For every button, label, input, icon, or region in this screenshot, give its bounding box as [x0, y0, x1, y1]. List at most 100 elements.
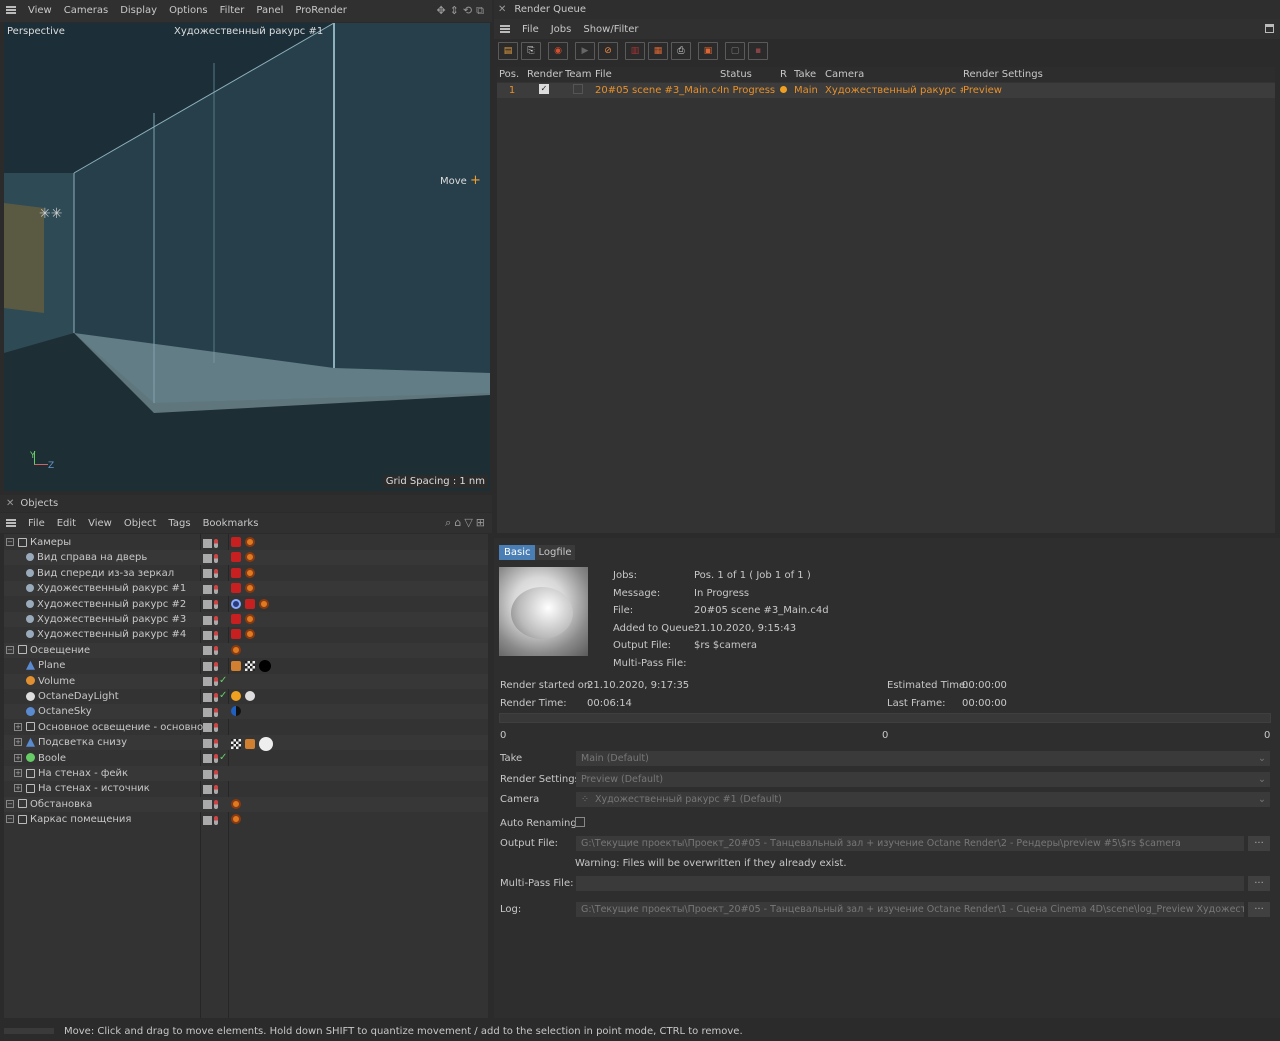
checker-tag-icon[interactable]: [231, 739, 241, 750]
expand-toggle-icon[interactable]: +: [14, 769, 22, 777]
check-icon[interactable]: ✓: [219, 690, 227, 701]
layer-icon[interactable]: [203, 553, 212, 563]
column-header[interactable]: Render Settings: [963, 69, 1083, 80]
visibility-icon[interactable]: [214, 800, 218, 810]
no-orange-tag-icon[interactable]: [245, 537, 255, 547]
expand-toggle-icon[interactable]: [14, 569, 22, 577]
add-file-icon[interactable]: ⎘: [521, 42, 541, 60]
multipass-browse-button[interactable]: ...: [1248, 876, 1270, 891]
cam-red-tag-icon[interactable]: [245, 598, 255, 609]
column-header[interactable]: Status: [720, 69, 780, 80]
menu-icon[interactable]: [6, 6, 16, 14]
stop-render-icon[interactable]: ⊘: [598, 42, 618, 60]
close-icon[interactable]: ✕: [498, 4, 506, 15]
team-checkbox[interactable]: [565, 84, 595, 97]
tree-row[interactable]: Художественный ракурс #4: [4, 627, 488, 642]
tree-row[interactable]: Вид спереди из-за зеркал: [4, 566, 488, 581]
objects-menu-view[interactable]: View: [88, 518, 112, 529]
tree-row[interactable]: OctaneDayLight ✓: [4, 689, 488, 704]
multipass-field[interactable]: [576, 876, 1244, 891]
visibility-icon[interactable]: [214, 723, 218, 733]
open-file-icon[interactable]: ▤: [498, 42, 518, 60]
record-icon[interactable]: ▪: [748, 42, 768, 60]
no-orange-tag-icon[interactable]: [259, 598, 269, 609]
perspective-viewport[interactable]: ✳✳ Perspective Художественный ракурс #1 …: [4, 23, 490, 491]
tree-row[interactable]: Художественный ракурс #2: [4, 597, 488, 612]
visibility-icon[interactable]: [214, 692, 218, 702]
layer-icon[interactable]: [203, 738, 212, 748]
visibility-icon[interactable]: [214, 630, 218, 640]
objects-menu-file[interactable]: File: [28, 518, 45, 529]
monitor-icon[interactable]: ▢: [725, 42, 745, 60]
visibility-icon[interactable]: [214, 661, 218, 671]
tree-row[interactable]: Художественный ракурс #1: [4, 581, 488, 597]
objects-menu-bookmarks[interactable]: Bookmarks: [203, 518, 259, 529]
visibility-icon[interactable]: [214, 538, 218, 548]
expand-toggle-icon[interactable]: [14, 661, 22, 669]
no-orange-tag-icon[interactable]: [231, 644, 241, 655]
tree-row[interactable]: OctaneSky: [4, 704, 488, 720]
objects-tool-icons[interactable]: ⌕⌂▽⊞: [445, 516, 488, 530]
check-icon[interactable]: ✓: [219, 675, 227, 686]
picture-viewer-icon[interactable]: ▣: [698, 42, 718, 60]
log-field[interactable]: G:\Текущие проекты\Проект_20#05 - Танцев…: [576, 902, 1244, 917]
cam-red-tag-icon[interactable]: [231, 537, 241, 547]
expand-toggle-icon[interactable]: [14, 692, 22, 700]
layer-icon[interactable]: [203, 723, 212, 733]
visibility-icon[interactable]: [214, 784, 218, 794]
render-checkbox[interactable]: ✓: [527, 84, 565, 97]
checker-tag-icon[interactable]: [245, 661, 255, 672]
layer-icon[interactable]: [203, 630, 212, 640]
layer-icon[interactable]: [203, 692, 212, 702]
column-header[interactable]: Render: [527, 69, 565, 80]
viewport-menu-prorender[interactable]: ProRender: [295, 5, 346, 16]
visibility-icon[interactable]: [214, 738, 218, 748]
tree-row[interactable]: + На стенах - фейк: [4, 766, 488, 781]
expand-toggle-icon[interactable]: [14, 677, 22, 685]
column-header[interactable]: Pos.: [497, 69, 527, 80]
render-settings-icon[interactable]: ◉: [548, 42, 568, 60]
viewport-menu-options[interactable]: Options: [169, 5, 208, 16]
cam-red-tag-icon[interactable]: [231, 629, 241, 640]
layer-icon[interactable]: [203, 800, 212, 810]
tree-row[interactable]: − Обстановка: [4, 796, 488, 812]
cam-red-tag-icon[interactable]: [231, 583, 241, 594]
tree-row[interactable]: − Каркас помещения: [4, 812, 488, 827]
close-icon[interactable]: ✕: [6, 498, 14, 509]
visibility-icon[interactable]: [214, 707, 218, 717]
visibility-icon[interactable]: [214, 815, 218, 825]
column-header[interactable]: File: [595, 69, 720, 80]
layer-icon[interactable]: [203, 569, 212, 579]
layer-icon[interactable]: [203, 584, 212, 594]
menu-icon[interactable]: [6, 519, 16, 527]
layer-icon[interactable]: [203, 538, 212, 548]
expand-toggle-icon[interactable]: [14, 584, 22, 592]
dots-tag-icon[interactable]: [245, 739, 255, 750]
expand-toggle-icon[interactable]: +: [14, 753, 22, 762]
blue-tag-icon[interactable]: [231, 706, 241, 717]
layer-icon[interactable]: [203, 661, 212, 671]
rq-menu-file[interactable]: File: [522, 24, 539, 35]
visibility-icon[interactable]: [214, 553, 218, 563]
tree-row[interactable]: + На стенах - источник: [4, 781, 488, 796]
expand-toggle-icon[interactable]: +: [14, 722, 22, 731]
expand-toggle-icon[interactable]: [14, 615, 22, 623]
rq-menu-jobs[interactable]: Jobs: [551, 24, 572, 35]
tree-row[interactable]: Plane: [4, 658, 488, 673]
column-header[interactable]: Team: [565, 69, 595, 80]
list-icon[interactable]: ▦: [648, 42, 668, 60]
cam-red-tag-icon[interactable]: [231, 567, 241, 578]
tree-row[interactable]: + Основное освещение - основное: [4, 720, 488, 735]
visibility-icon[interactable]: [214, 569, 218, 579]
export-icon[interactable]: ⎙: [671, 42, 691, 60]
take-dropdown[interactable]: Main (Default) ⌄: [576, 751, 1270, 766]
expand-toggle-icon[interactable]: +: [14, 784, 22, 793]
no-orange-tag-icon[interactable]: [245, 567, 255, 578]
tree-row[interactable]: Вид справа на дверь: [4, 550, 488, 566]
render-settings-dropdown[interactable]: Preview (Default) ⌄: [576, 772, 1270, 787]
expand-toggle-icon[interactable]: −: [6, 815, 14, 824]
visibility-icon[interactable]: [214, 677, 218, 687]
black-tag-icon[interactable]: [259, 660, 271, 673]
expand-toggle-icon[interactable]: [14, 630, 22, 638]
expand-toggle-icon[interactable]: −: [6, 538, 14, 546]
